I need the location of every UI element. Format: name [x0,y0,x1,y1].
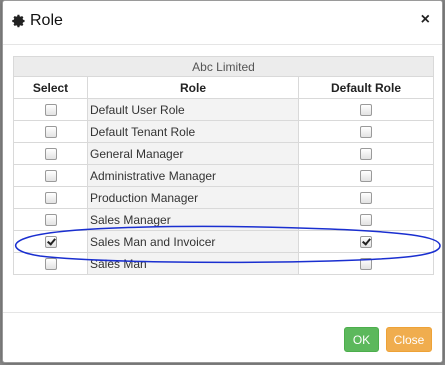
select-cell [13,120,88,143]
ok-button[interactable]: OK [344,327,379,352]
role-name: Sales Man [87,252,299,275]
default-role-checkbox[interactable] [360,148,372,161]
select-cell [13,186,88,209]
close-x-button[interactable]: × [421,12,430,28]
default-role-checkbox[interactable] [360,104,372,117]
header-row: Select Role Default Role [13,76,434,99]
select-cell [13,98,88,121]
select-cell [13,252,88,275]
gear-icon [12,14,25,28]
role-rows: Default User Role Default Tenant Role Gene… [13,98,434,275]
dialog-title: Role [12,12,63,30]
role-name: Default User Role [87,98,299,121]
table-row: General Manager [13,142,434,165]
default-role-checkbox[interactable] [360,126,372,139]
table-row: Default Tenant Role [13,120,434,143]
default-role-checkbox[interactable] [360,258,372,271]
select-cell [13,164,88,187]
default-role-cell [298,230,434,253]
roles-panel: Abc Limited Select Role Default Role Def… [13,56,434,275]
default-role-cell [298,186,434,209]
select-cell [13,230,88,253]
roles-table: Abc Limited Select Role Default Role Def… [13,56,434,275]
role-name: Administrative Manager [87,164,299,187]
role-name: Sales Manager [87,208,299,231]
default-role-cell [298,120,434,143]
dialog-footer: OK Close [3,312,442,364]
select-checkbox[interactable] [44,192,57,205]
select-checkbox[interactable] [44,126,57,139]
default-role-checkbox[interactable] [360,170,372,183]
role-name: Default Tenant Role [87,120,299,143]
table-row: Sales Man [13,252,434,275]
default-role-cell [298,252,434,275]
default-role-cell [298,208,434,231]
table-row: Default User Role [13,98,434,121]
table-row: Administrative Manager [13,164,434,187]
header-role: Role [87,76,299,99]
table-row: Sales Manager [13,208,434,231]
default-role-cell [298,98,434,121]
select-checkbox[interactable] [44,214,57,227]
select-checkbox[interactable] [44,104,57,117]
select-checkbox[interactable] [44,258,57,271]
default-role-checkbox[interactable] [360,192,372,205]
role-name: Production Manager [87,186,299,209]
select-cell [13,208,88,231]
dialog-title-text: Role [30,12,63,29]
default-role-checkbox[interactable] [360,214,372,227]
select-checkbox[interactable] [44,148,57,161]
select-checkbox[interactable] [44,170,57,183]
select-checkbox[interactable] [44,236,57,249]
dialog-header: Role × [3,1,442,45]
select-cell [13,142,88,165]
default-role-cell [298,164,434,187]
role-dialog: Role × Abc Limited Select Role Default R… [2,0,443,363]
company-row: Abc Limited [13,56,434,77]
role-name: General Manager [87,142,299,165]
role-name: Sales Man and Invoicer [87,230,299,253]
default-role-checkbox[interactable] [360,236,372,249]
table-row: Sales Man and Invoicer [13,230,434,253]
header-select: Select [13,76,88,99]
table-row: Production Manager [13,186,434,209]
company-name: Abc Limited [13,56,434,77]
default-role-cell [298,142,434,165]
close-button[interactable]: Close [386,327,432,352]
header-default-role: Default Role [298,76,434,99]
